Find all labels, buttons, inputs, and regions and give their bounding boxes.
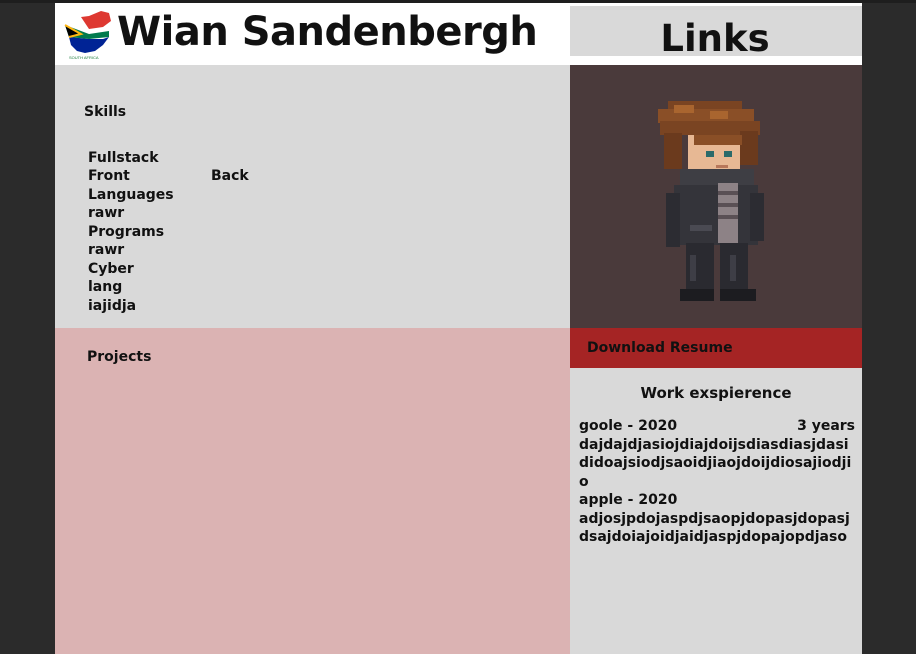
links-panel: Links (570, 3, 862, 65)
pixel-art-character-icon (658, 101, 764, 301)
skill-item: Front (88, 168, 130, 184)
skill-item: lang (88, 279, 123, 295)
links-header[interactable]: Links (570, 6, 862, 60)
logo-caption: SOUTH AFRICA (69, 55, 99, 60)
download-resume-button[interactable]: Download Resume (570, 328, 862, 368)
work-experience-section: Work exspierence goole - 2020 3 years da… (570, 368, 862, 654)
job-company-year: goole - 2020 (579, 418, 678, 434)
skill-item: Languages (88, 187, 174, 203)
site-header: SOUTH AFRICA Wian Sandenbergh (55, 3, 570, 65)
skill-item: rawr (88, 242, 125, 258)
page-title: Wian Sandenbergh (117, 9, 538, 55)
skill-item: Programs (88, 224, 165, 240)
projects-heading: Projects (87, 349, 152, 365)
links-title[interactable]: Links (570, 16, 860, 62)
skill-item: Fullstack (88, 150, 159, 166)
skill-item: iajidja (88, 298, 137, 314)
job-duration: 3 years (797, 418, 855, 434)
projects-section: Projects (55, 328, 570, 654)
skill-item: Cyber (88, 261, 134, 277)
skills-section: Skills Fullstack Front Back Languages ra… (55, 65, 570, 328)
right-gutter (862, 3, 916, 654)
skill-item-back: Back (211, 168, 249, 184)
skills-heading: Skills (84, 104, 127, 120)
skill-item: rawr (88, 205, 125, 221)
job-description: dajdajdjasiojdiajdoijsdiasdiasjdasididoa… (579, 436, 852, 490)
job-company-year: apple - 2020 (579, 492, 678, 508)
work-experience-title: Work exspierence (640, 384, 792, 402)
download-resume-label[interactable]: Download Resume (587, 340, 733, 356)
job-entry: goole - 2020 3 years dajdajdjasiojdiajdo… (579, 417, 855, 491)
job-entry: apple - 2020 adjosjpdojaspdjsaopjdopasjd… (579, 491, 855, 547)
avatar-panel (570, 65, 862, 328)
job-description: adjosjpdojaspdjsaopjdopasjdopasjdsajdoia… (579, 510, 850, 546)
